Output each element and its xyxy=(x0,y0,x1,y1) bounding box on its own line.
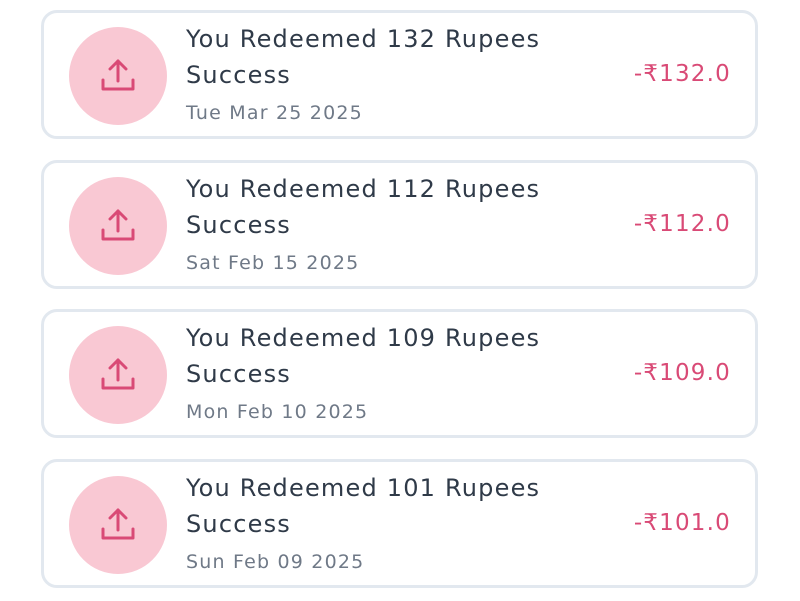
transaction-status: Success xyxy=(186,61,292,89)
transaction-amount: -₹101.0 xyxy=(633,510,731,536)
transaction-date: Sat Feb 15 2025 xyxy=(186,252,360,274)
transaction-title: You Redeemed 132 Rupees xyxy=(186,25,541,53)
transaction-date: Sun Feb 09 2025 xyxy=(186,551,365,573)
transaction-card[interactable]: You Redeemed 132 Rupees Success Tue Mar … xyxy=(41,10,758,139)
transaction-card[interactable]: You Redeemed 109 Rupees Success Mon Feb … xyxy=(41,309,758,438)
transaction-status: Success xyxy=(186,360,292,388)
transaction-icon-badge xyxy=(69,177,167,275)
transaction-card[interactable]: You Redeemed 112 Rupees Success Sat Feb … xyxy=(41,160,758,289)
transaction-icon-badge xyxy=(69,326,167,424)
transaction-status: Success xyxy=(186,211,292,239)
transaction-list: You Redeemed 132 Rupees Success Tue Mar … xyxy=(0,0,800,601)
transaction-status: Success xyxy=(186,510,292,538)
transaction-title: You Redeemed 109 Rupees xyxy=(186,324,541,352)
transaction-date: Tue Mar 25 2025 xyxy=(186,102,363,124)
transaction-icon-badge xyxy=(69,476,167,574)
transaction-amount: -₹132.0 xyxy=(633,61,731,87)
upload-icon xyxy=(101,59,135,91)
transaction-icon-badge xyxy=(69,27,167,125)
transaction-title: You Redeemed 101 Rupees xyxy=(186,474,541,502)
upload-icon xyxy=(101,358,135,390)
transaction-amount: -₹112.0 xyxy=(633,211,731,237)
transaction-title: You Redeemed 112 Rupees xyxy=(186,175,541,203)
transaction-date: Mon Feb 10 2025 xyxy=(186,401,369,423)
upload-icon xyxy=(101,508,135,540)
upload-icon xyxy=(101,209,135,241)
transaction-amount: -₹109.0 xyxy=(633,360,731,386)
transaction-card[interactable]: You Redeemed 101 Rupees Success Sun Feb … xyxy=(41,459,758,588)
